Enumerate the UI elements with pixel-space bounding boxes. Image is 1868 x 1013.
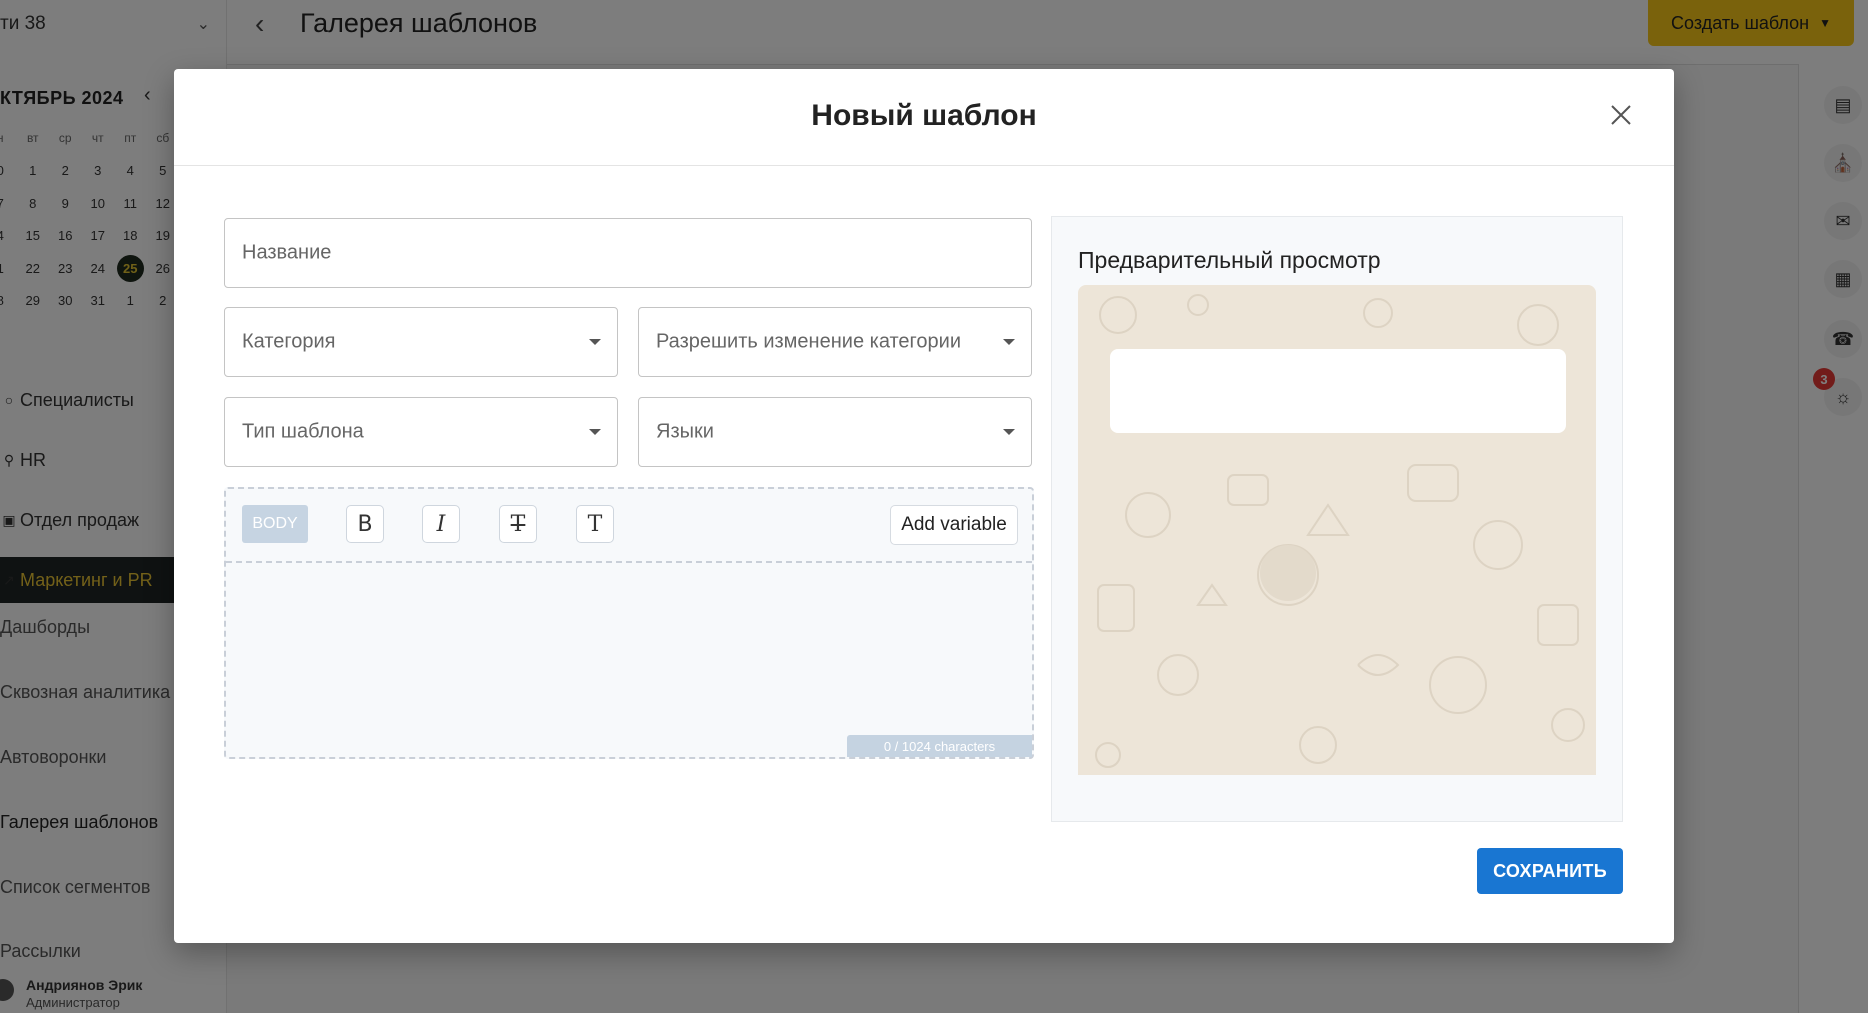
body-tab[interactable]: BODY [242,505,308,543]
template-type-select[interactable]: Тип шаблона [224,397,618,467]
languages-placeholder: Языки [656,420,714,443]
editor-toolbar: BODY B I T T Add variable [226,489,1032,563]
template-type-placeholder: Тип шаблона [242,420,364,443]
strikethrough-icon[interactable]: T [499,505,537,543]
allow-category-change-placeholder: Разрешить изменение категории [656,330,961,353]
languages-select[interactable]: Языки [638,397,1032,467]
dialog-header: Новый шаблон [174,69,1674,166]
body-editor[interactable]: BODY B I T T Add variable 0 / 1024 chara… [224,487,1034,759]
save-button[interactable]: СОХРАНИТЬ [1477,848,1623,894]
bold-icon[interactable]: B [346,505,384,543]
dropdown-arrow-icon [589,339,601,345]
category-select[interactable]: Категория [224,307,618,377]
preview-panel: Предварительный просмотр [1051,216,1623,822]
message-bubble [1110,349,1566,433]
dropdown-arrow-icon [1003,339,1015,345]
dropdown-arrow-icon [1003,429,1015,435]
new-template-dialog: Новый шаблон Название Категория Разрешит… [174,69,1674,943]
preview-title: Предварительный просмотр [1078,247,1381,273]
name-placeholder: Название [242,241,332,264]
character-counter: 0 / 1024 characters [847,735,1032,757]
dialog-title: Новый шаблон [811,99,1037,132]
close-icon[interactable] [1605,99,1637,131]
dropdown-arrow-icon [589,429,601,435]
allow-category-change-select[interactable]: Разрешить изменение категории [638,307,1032,377]
chat-background [1078,285,1596,775]
text-format-icon[interactable]: T [576,505,614,543]
name-input[interactable]: Название [224,218,1032,288]
italic-icon[interactable]: I [422,505,460,543]
category-placeholder: Категория [242,330,336,353]
add-variable-button[interactable]: Add variable [890,505,1018,545]
